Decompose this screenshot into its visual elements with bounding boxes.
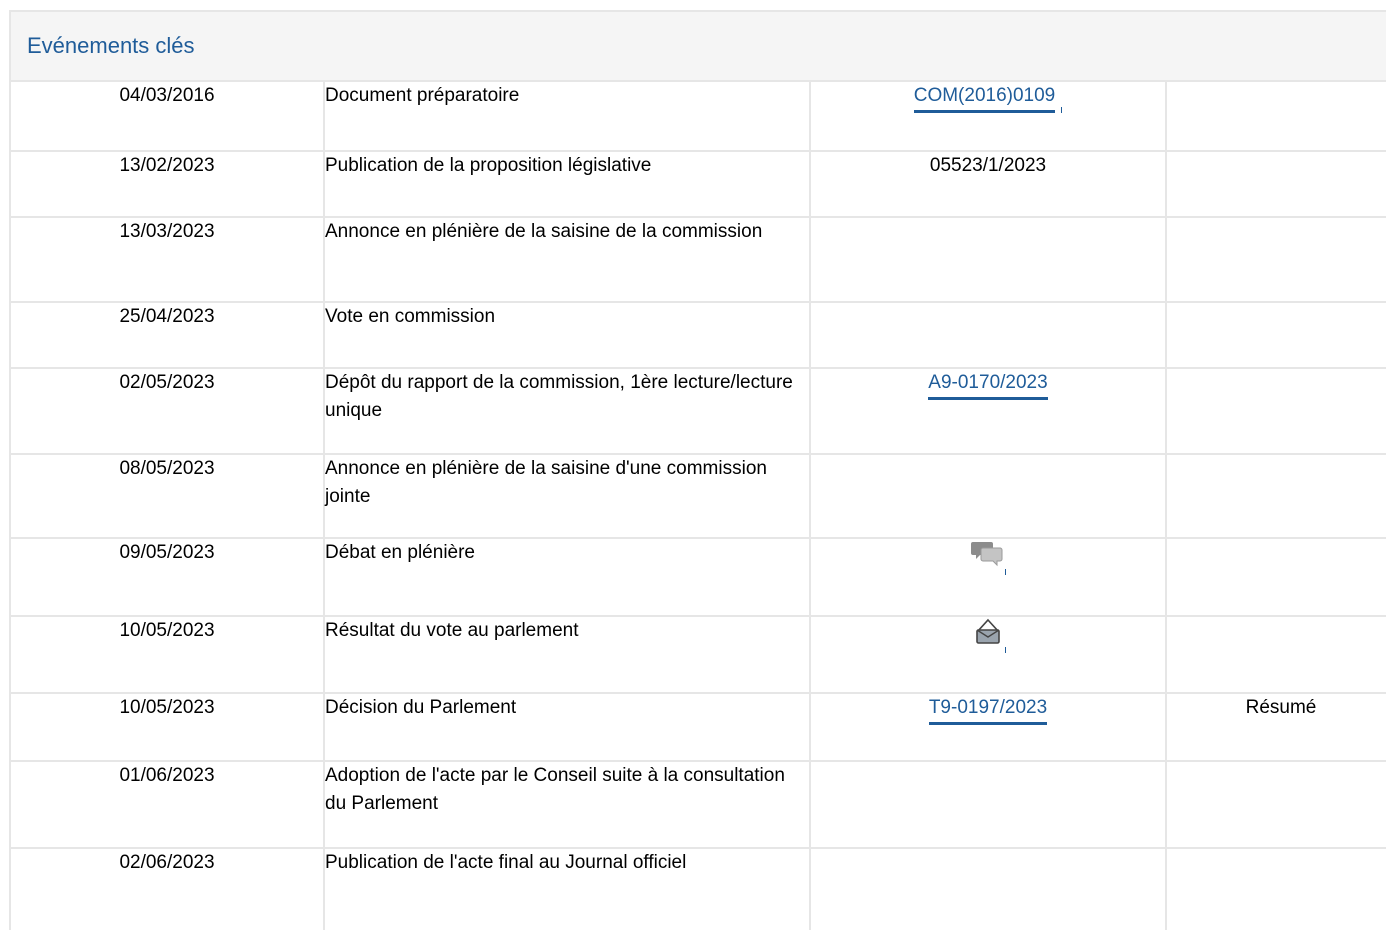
summary-cell: [1166, 761, 1386, 849]
event-description: Dépôt du rapport de la commission, 1ère …: [324, 368, 811, 455]
summary-cell: [1166, 616, 1386, 694]
table-row: 02/05/2023 Dépôt du rapport de la commis…: [11, 368, 1386, 455]
table-row: 10/05/2023 Résultat du vote au parlement: [11, 616, 1386, 694]
event-date: 02/06/2023: [11, 848, 325, 930]
debate-speech-bubbles-icon[interactable]: [968, 539, 1008, 575]
document-link[interactable]: A9-0170/2023: [928, 370, 1048, 400]
table-row: 09/05/2023 Débat en plénière: [11, 538, 1386, 617]
external-marker: [1061, 107, 1063, 113]
document-link[interactable]: T9-0197/2023: [928, 695, 1048, 725]
table-row: 13/02/2023 Publication de la proposition…: [11, 151, 1386, 218]
key-events-panel: Evénements clés 04/03/2016 Document prép…: [9, 10, 1386, 930]
event-description: Adoption de l'acte par le Conseil suite …: [324, 761, 811, 849]
reference-cell: [810, 848, 1167, 930]
events-table: 04/03/2016 Document préparatoire COM(201…: [11, 82, 1386, 930]
event-date: 08/05/2023: [11, 454, 325, 539]
event-date: 01/06/2023: [11, 761, 325, 849]
summary-cell: [1166, 151, 1386, 218]
event-date: 25/04/2023: [11, 302, 325, 369]
event-description: Débat en plénière: [324, 538, 811, 617]
event-date: 02/05/2023: [11, 368, 325, 455]
event-description: Document préparatoire: [324, 82, 811, 152]
event-date: 10/05/2023: [11, 693, 325, 762]
event-description: Publication de l'acte final au Journal o…: [324, 848, 811, 930]
table-row: 02/06/2023 Publication de l'acte final a…: [11, 848, 1386, 930]
reference-text: 05523/1/2023: [810, 151, 1167, 218]
event-description: Décision du Parlement: [324, 693, 811, 762]
reference-cell: [810, 454, 1167, 539]
summary-cell: [1166, 217, 1386, 303]
event-date: 10/05/2023: [11, 616, 325, 694]
document-link[interactable]: COM(2016)0109: [913, 83, 1056, 113]
event-date: 13/03/2023: [11, 217, 325, 303]
event-description: Publication de la proposition législativ…: [324, 151, 811, 218]
summary-cell: [1166, 538, 1386, 617]
vote-ballot-box-icon[interactable]: [968, 617, 1008, 653]
summary-cell: [1166, 454, 1386, 539]
table-row: 01/06/2023 Adoption de l'acte par le Con…: [11, 761, 1386, 849]
table-row: 13/03/2023 Annonce en plénière de la sai…: [11, 217, 1386, 303]
summary-cell: [1166, 848, 1386, 930]
summary-link[interactable]: Résumé: [1166, 693, 1386, 762]
reference-cell: [810, 761, 1167, 849]
reference-cell: [810, 616, 1167, 694]
summary-cell: [1166, 82, 1386, 152]
event-date: 09/05/2023: [11, 538, 325, 617]
panel-title: Evénements clés: [27, 33, 195, 58]
panel-header: Evénements clés: [11, 12, 1386, 82]
reference-cell: A9-0170/2023: [810, 368, 1167, 455]
summary-cell: [1166, 302, 1386, 369]
table-row: 25/04/2023 Vote en commission: [11, 302, 1386, 369]
event-description: Annonce en plénière de la saisine de la …: [324, 217, 811, 303]
table-row: 08/05/2023 Annonce en plénière de la sai…: [11, 454, 1386, 539]
reference-cell: [810, 302, 1167, 369]
reference-cell: [810, 538, 1167, 617]
event-description: Annonce en plénière de la saisine d'une …: [324, 454, 811, 539]
reference-cell: T9-0197/2023: [810, 693, 1167, 762]
table-row: 04/03/2016 Document préparatoire COM(201…: [11, 82, 1386, 152]
reference-cell: [810, 217, 1167, 303]
reference-cell: COM(2016)0109: [810, 82, 1167, 152]
event-date: 13/02/2023: [11, 151, 325, 218]
event-date: 04/03/2016: [11, 82, 325, 152]
table-row: 10/05/2023 Décision du Parlement T9-0197…: [11, 693, 1386, 762]
event-description: Résultat du vote au parlement: [324, 616, 811, 694]
summary-cell: [1166, 368, 1386, 455]
event-description: Vote en commission: [324, 302, 811, 369]
